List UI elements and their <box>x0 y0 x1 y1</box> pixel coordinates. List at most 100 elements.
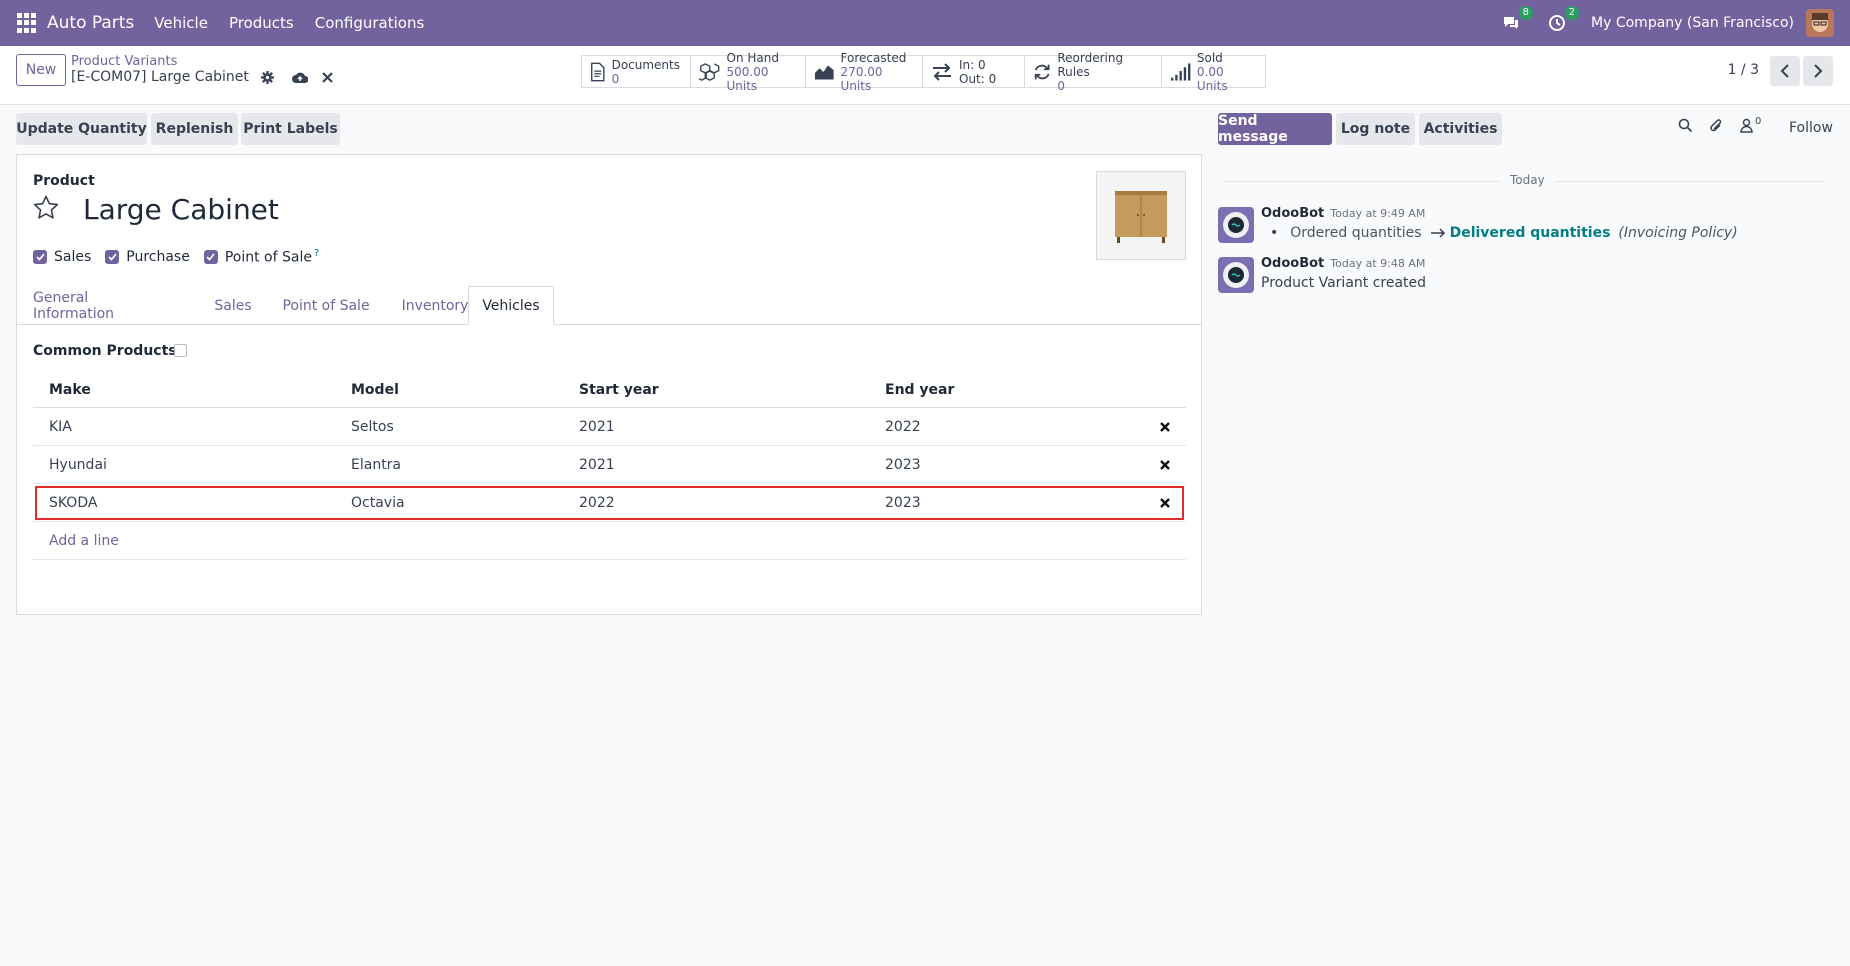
form-sheet: Product Large Cabinet Sales Purchase Poi… <box>16 154 1202 615</box>
sold-label: Sold <box>1196 50 1223 65</box>
chevron-left-icon <box>1780 64 1789 78</box>
followers-button[interactable]: 0 <box>1740 116 1762 133</box>
exchange-icon <box>933 62 951 81</box>
top-navbar: Auto Parts Vehicle Products Configuratio… <box>0 0 1850 46</box>
common-products-label: Common Products? <box>33 343 185 359</box>
end-year-cell[interactable]: 2023 <box>885 484 921 521</box>
breadcrumb-parent[interactable]: Product Variants <box>71 54 177 69</box>
column-start-year[interactable]: Start year <box>579 372 659 407</box>
message-author[interactable]: OdooBot Today at 9:49 AM <box>1261 206 1425 221</box>
odoobot-avatar[interactable] <box>1218 207 1254 243</box>
print-labels-button[interactable]: Print Labels <box>241 113 340 145</box>
notebook-tabs: General Information Sales Point of Sale … <box>17 286 1201 325</box>
delete-row-icon[interactable] <box>1160 408 1170 445</box>
gear-icon[interactable] <box>260 70 274 84</box>
apps-menu-icon[interactable] <box>17 13 37 33</box>
log-note-button[interactable]: Log note <box>1336 113 1415 145</box>
tab-vehicles[interactable]: Vehicles <box>468 286 554 325</box>
make-cell[interactable]: SKODA <box>49 484 97 521</box>
product-label: Product <box>33 173 95 189</box>
purchase-checkbox[interactable]: Purchase <box>105 248 190 266</box>
product-name-field[interactable]: Large Cabinet <box>83 193 279 226</box>
control-panel: New Product Variants [E-COM07] Large Cab… <box>0 46 1850 105</box>
messaging-menu[interactable]: 8 <box>1499 6 1534 35</box>
forecasted-stat-button[interactable]: Forecasted 270.00 Units <box>806 51 923 93</box>
activity-menu[interactable]: 2 <box>1545 6 1580 35</box>
user-icon <box>1740 118 1753 133</box>
model-cell[interactable]: Seltos <box>351 408 394 445</box>
delete-row-icon[interactable] <box>1160 446 1170 483</box>
delete-row-icon[interactable] <box>1160 484 1170 521</box>
column-make[interactable]: Make <box>49 372 91 407</box>
tracking-old-value: Ordered quantities <box>1290 225 1422 241</box>
search-messages-button[interactable] <box>1678 118 1693 133</box>
table-row-selected[interactable]: SKODA Octavia 2022 2023 <box>33 484 1186 522</box>
help-tooltip-icon[interactable]: ? <box>314 248 319 259</box>
product-image[interactable] <box>1096 171 1186 260</box>
product-flags: Sales Purchase Point of Sale? <box>33 248 319 266</box>
odoobot-avatar[interactable] <box>1218 257 1254 293</box>
replenish-button[interactable]: Replenish <box>151 113 238 145</box>
reordering-value: 0 <box>1057 78 1066 93</box>
point-of-sale-checkbox[interactable]: Point of Sale? <box>203 248 319 266</box>
column-model[interactable]: Model <box>351 372 399 407</box>
common-products-checkbox[interactable] <box>174 344 187 357</box>
tab-point-of-sale[interactable]: Point of Sale <box>279 286 373 325</box>
add-a-line-link[interactable]: Add a line <box>49 522 119 559</box>
model-cell[interactable]: Octavia <box>351 484 405 521</box>
end-year-cell[interactable]: 2022 <box>885 408 921 445</box>
documents-label: Documents <box>611 57 680 72</box>
attachments-button[interactable] <box>1709 118 1724 134</box>
on-hand-label: On Hand <box>726 50 779 65</box>
on-hand-stat-button[interactable]: On Hand 500.00 Units <box>691 51 806 93</box>
menu-products[interactable]: Products <box>229 14 294 32</box>
check-icon <box>33 249 47 264</box>
user-avatar[interactable] <box>1806 9 1834 37</box>
start-year-cell[interactable]: 2021 <box>579 408 615 445</box>
tab-sales[interactable]: Sales <box>210 286 256 325</box>
cabinet-image <box>1115 190 1167 243</box>
start-year-cell[interactable]: 2021 <box>579 446 615 483</box>
reordering-rules-stat-button[interactable]: Reordering Rules 0 <box>1025 51 1162 93</box>
chat-icon <box>1504 17 1519 29</box>
sales-checkbox[interactable]: Sales <box>33 248 91 266</box>
start-year-cell[interactable]: 2022 <box>579 484 615 521</box>
on-hand-value: 500.00 Units <box>726 64 769 93</box>
document-icon <box>591 62 605 81</box>
app-brand[interactable]: Auto Parts <box>47 13 134 33</box>
update-quantity-button[interactable]: Update Quantity <box>16 113 147 145</box>
check-icon <box>105 249 120 264</box>
tab-general-information[interactable]: General Information <box>33 286 168 325</box>
end-year-cell[interactable]: 2023 <box>885 446 921 483</box>
message-author[interactable]: OdooBot Today at 9:48 AM <box>1261 256 1425 271</box>
favorite-star-icon[interactable] <box>33 195 59 220</box>
in-out-stat-button[interactable]: In: 0 Out: 0 <box>923 56 1025 87</box>
send-message-button[interactable]: Send message <box>1218 113 1332 145</box>
pager-value[interactable]: 1 / 3 <box>1728 62 1759 78</box>
new-button[interactable]: New <box>16 54 66 86</box>
discard-icon[interactable] <box>322 71 333 83</box>
company-switcher[interactable]: My Company (San Francisco) <box>1591 15 1794 31</box>
followers-count: 0 <box>1755 116 1762 127</box>
follow-button[interactable]: Follow <box>1789 120 1833 136</box>
make-cell[interactable]: KIA <box>49 408 72 445</box>
table-row[interactable]: Hyundai Elantra 2021 2023 <box>33 446 1186 484</box>
menu-configurations[interactable]: Configurations <box>315 14 425 32</box>
make-cell[interactable]: Hyundai <box>49 446 107 483</box>
area-chart-icon <box>814 64 834 79</box>
clock-icon <box>1549 15 1566 31</box>
activities-button[interactable]: Activities <box>1419 113 1502 145</box>
menu-vehicle[interactable]: Vehicle <box>154 14 208 32</box>
pager-previous-button[interactable] <box>1770 56 1800 86</box>
pager-next-button[interactable] <box>1803 56 1833 86</box>
table-header: Make Model Start year End year <box>33 372 1186 408</box>
save-cloud-icon[interactable] <box>291 71 308 84</box>
column-end-year[interactable]: End year <box>885 372 954 407</box>
model-cell[interactable]: Elantra <box>351 446 401 483</box>
table-row[interactable]: KIA Seltos 2021 2022 <box>33 408 1186 446</box>
message-time: Today at 9:49 AM <box>1330 207 1426 220</box>
documents-stat-button[interactable]: Documents 0 <box>582 56 691 87</box>
refresh-icon <box>1034 64 1050 79</box>
sold-stat-button[interactable]: Sold 0.00 Units <box>1162 51 1265 93</box>
tracking-new-value: Delivered quantities <box>1449 225 1611 241</box>
